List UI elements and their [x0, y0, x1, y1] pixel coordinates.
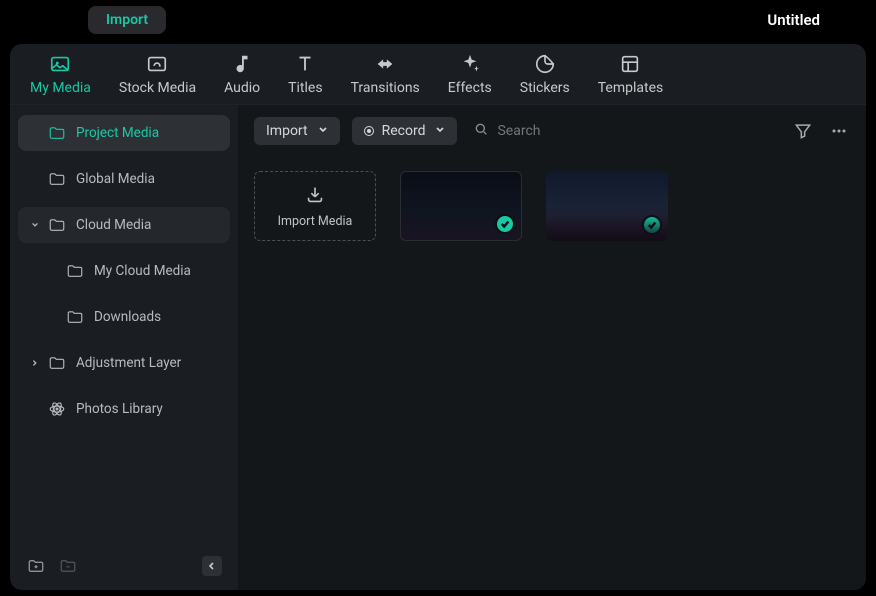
collapse-sidebar-button[interactable] [202, 556, 222, 576]
import-pill-button[interactable]: Import [88, 6, 166, 34]
tab-label: Transitions [351, 80, 420, 96]
atom-icon [48, 400, 66, 418]
sidebar-item-cloud-media[interactable]: Cloud Media [18, 207, 230, 243]
tab-label: Titles [288, 80, 322, 96]
chevron-down-icon [318, 123, 328, 139]
sidebar-item-label: Downloads [94, 309, 161, 325]
button-label: Import [266, 123, 308, 139]
record-dropdown-button[interactable]: Record [352, 117, 458, 145]
media-main: Import Record [238, 105, 866, 590]
media-panel: My Media Stock Media Audio Titles Transi… [10, 44, 866, 590]
folder-icon [48, 124, 66, 142]
media-sidebar: Project Media Global Media Cloud Media M… [10, 105, 238, 590]
tab-titles[interactable]: Titles [288, 52, 322, 96]
tab-label: Stock Media [119, 80, 196, 96]
layout-icon [618, 52, 642, 76]
selected-check-icon [642, 215, 662, 235]
tab-stickers[interactable]: Stickers [520, 52, 570, 96]
sidebar-item-label: Project Media [76, 125, 159, 141]
transitions-icon [373, 52, 397, 76]
folder-icon [66, 262, 84, 280]
media-thumbnail[interactable] [546, 171, 668, 241]
sidebar-item-photos-library[interactable]: Photos Library [18, 391, 230, 427]
search-icon [473, 121, 489, 141]
media-toolbar: Import Record [238, 105, 866, 157]
tab-label: My Media [30, 80, 91, 96]
tab-transitions[interactable]: Transitions [351, 52, 420, 96]
search-input[interactable] [497, 123, 637, 139]
new-folder-button[interactable] [26, 556, 46, 576]
folder-icon [48, 216, 66, 234]
folder-icon [48, 170, 66, 188]
filter-button[interactable] [792, 120, 814, 142]
sidebar-item-label: Adjustment Layer [76, 355, 181, 371]
chevron-down-icon [30, 221, 40, 229]
download-icon [304, 184, 326, 206]
project-title: Untitled [767, 11, 820, 29]
tab-label: Effects [448, 80, 492, 96]
media-grid: Import Media [238, 157, 866, 255]
search-field[interactable] [469, 121, 637, 141]
record-icon [364, 126, 374, 136]
title-bar: Import Untitled [0, 0, 876, 40]
import-dropdown-button[interactable]: Import [254, 117, 340, 145]
tab-audio[interactable]: Audio [224, 52, 260, 96]
import-media-tile[interactable]: Import Media [254, 171, 376, 241]
text-icon [293, 52, 317, 76]
sidebar-item-my-cloud-media[interactable]: My Cloud Media [18, 253, 230, 289]
sidebar-item-label: My Cloud Media [94, 263, 191, 279]
more-options-button[interactable] [828, 120, 850, 142]
cloud-media-icon [145, 52, 169, 76]
tab-my-media[interactable]: My Media [30, 52, 91, 96]
tile-label: Import Media [278, 214, 353, 229]
sidebar-item-label: Photos Library [76, 401, 163, 417]
sidebar-item-project-media[interactable]: Project Media [18, 115, 230, 151]
tab-effects[interactable]: Effects [448, 52, 492, 96]
category-tabs: My Media Stock Media Audio Titles Transi… [10, 44, 866, 105]
music-note-icon [230, 52, 254, 76]
sidebar-footer [18, 550, 230, 582]
selected-check-icon [495, 214, 515, 234]
tab-label: Stickers [520, 80, 570, 96]
image-icon [48, 52, 72, 76]
content-area: Project Media Global Media Cloud Media M… [10, 105, 866, 590]
chevron-down-icon [435, 123, 445, 139]
tab-stock-media[interactable]: Stock Media [119, 52, 196, 96]
sticker-icon [533, 52, 557, 76]
sidebar-item-label: Cloud Media [76, 217, 151, 233]
delete-folder-button[interactable] [58, 556, 78, 576]
sidebar-item-adjustment-layer[interactable]: Adjustment Layer [18, 345, 230, 381]
media-thumbnail[interactable] [400, 171, 522, 241]
chevron-right-icon [30, 359, 40, 367]
tab-label: Audio [224, 80, 260, 96]
folder-icon [48, 354, 66, 372]
button-label: Record [382, 123, 426, 139]
sidebar-item-downloads[interactable]: Downloads [18, 299, 230, 335]
folder-icon [66, 308, 84, 326]
tab-label: Templates [598, 80, 664, 96]
sidebar-item-label: Global Media [76, 171, 155, 187]
sparkle-icon [458, 52, 482, 76]
tab-templates[interactable]: Templates [598, 52, 664, 96]
sidebar-item-global-media[interactable]: Global Media [18, 161, 230, 197]
